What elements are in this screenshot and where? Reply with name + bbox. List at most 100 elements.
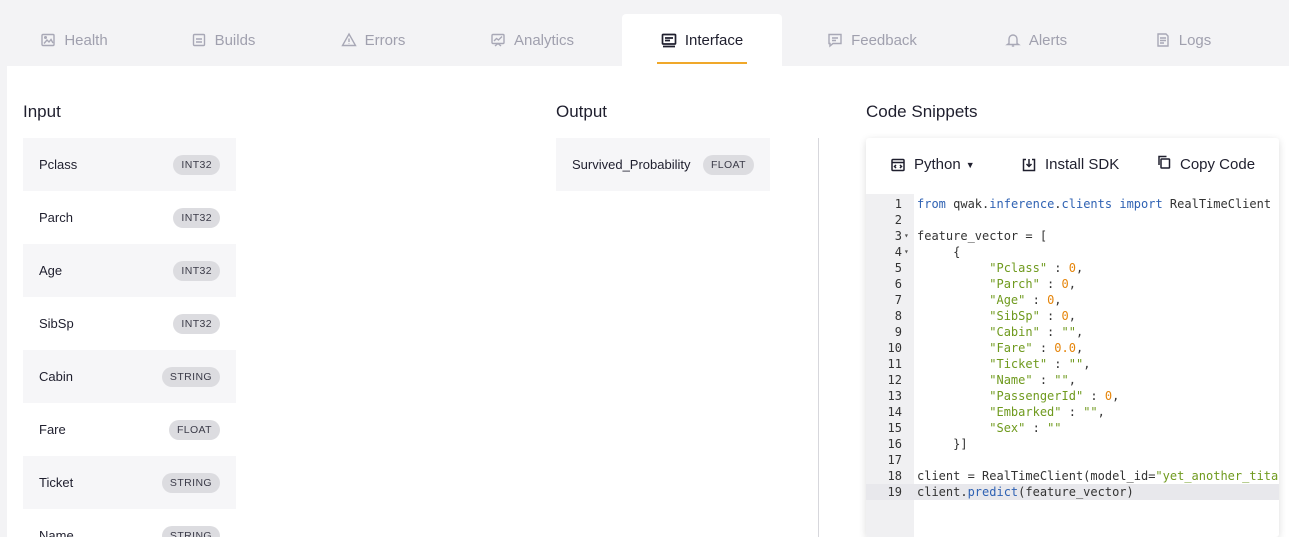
code-line: 4 ▾ { xyxy=(866,244,1279,260)
list-box-icon xyxy=(192,33,205,47)
interface-panel: Input Pclass INT32 Parch INT32 Age INT32… xyxy=(7,66,1289,537)
caret-down-icon: ▼ xyxy=(965,159,975,170)
code-line: 12 "Name" : "", xyxy=(866,372,1279,388)
code-text: }] xyxy=(917,437,968,451)
line-number: 2 xyxy=(894,213,902,227)
fold-toggle-icon[interactable]: ▾ xyxy=(904,244,909,260)
code-text: feature_vector = [ xyxy=(917,229,1048,243)
code-text: "Embarked" : "", xyxy=(989,405,1105,419)
type-badge: INT32 xyxy=(173,154,220,175)
tab-label: Interface xyxy=(684,31,744,49)
line-number: 5 xyxy=(894,261,902,275)
type-badge: STRING xyxy=(161,366,220,387)
fold-toggle-icon[interactable]: ▾ xyxy=(904,228,909,244)
code-text: client.predict(feature_vector) xyxy=(917,485,1134,499)
tab-logs[interactable]: Logs xyxy=(1143,14,1223,66)
tab-label: Alerts xyxy=(1028,31,1068,49)
code-line: 18 client = RealTimeClient(model_id="yet_… xyxy=(866,468,1279,484)
input-field-row: Pclass INT32 xyxy=(23,138,236,191)
field-name: Cabin xyxy=(39,369,73,384)
tab-health[interactable]: Health xyxy=(24,14,124,66)
code-text: "Age" : 0, xyxy=(989,293,1062,307)
input-field-row: Ticket STRING xyxy=(23,456,236,509)
type-badge: FLOAT xyxy=(168,419,220,440)
tab-alerts[interactable]: Alerts xyxy=(996,14,1076,66)
tab-label: Errors xyxy=(364,31,406,49)
code-editor[interactable]: 1 from qwak.inference.clients import Real… xyxy=(866,194,1279,537)
input-field-row: SibSp INT32 xyxy=(23,297,236,350)
code-line: 6 "Parch" : 0, xyxy=(866,276,1279,292)
line-number: 4 xyxy=(894,245,902,259)
input-fields-list: Pclass INT32 Parch INT32 Age INT32 SibSp… xyxy=(23,138,236,537)
log-icon xyxy=(1157,33,1169,47)
tab-interface[interactable]: Interface xyxy=(622,14,782,66)
code-text: "Name" : "", xyxy=(989,373,1076,387)
code-line: 2 xyxy=(866,212,1279,228)
input-field-row: Age INT32 xyxy=(23,244,236,297)
interface-icon xyxy=(661,33,677,48)
code-line: 14 "Embarked" : "", xyxy=(866,404,1279,420)
tab-feedback[interactable]: Feedback xyxy=(822,14,922,66)
code-snippets-title: Code Snippets xyxy=(866,102,978,121)
input-field-row: Fare FLOAT xyxy=(23,403,236,456)
download-icon xyxy=(1022,158,1036,171)
tab-label: Builds xyxy=(214,31,256,49)
copy-code-button[interactable]: Copy Code xyxy=(1156,155,1255,173)
tab-builds[interactable]: Builds xyxy=(173,14,273,66)
code-snippet-card: Python ▼ Install SDK Copy Code 1 from qwa… xyxy=(866,138,1279,537)
language-label: Python xyxy=(914,156,961,173)
line-number: 8 xyxy=(894,309,902,323)
section-divider xyxy=(818,138,819,537)
type-badge: STRING xyxy=(161,525,220,537)
input-field-row: Cabin STRING xyxy=(23,350,236,403)
code-line: 9 "Cabin" : "", xyxy=(866,324,1279,340)
code-text: "PassengerId" : 0, xyxy=(989,389,1120,403)
field-name: SibSp xyxy=(39,316,74,331)
field-name: Name xyxy=(39,528,74,537)
line-number: 12 xyxy=(887,373,902,387)
code-text: { xyxy=(917,245,961,259)
code-text: client = RealTimeClient(model_id="yet_an… xyxy=(917,469,1279,483)
code-line: 7 "Age" : 0, xyxy=(866,292,1279,308)
line-number: 19 xyxy=(887,485,902,499)
line-number: 6 xyxy=(894,277,902,291)
code-text: "SibSp" : 0, xyxy=(989,309,1076,323)
type-badge: INT32 xyxy=(173,260,220,281)
code-text: from qwak.inference.clients import RealT… xyxy=(917,197,1272,211)
language-dropdown[interactable]: Python ▼ xyxy=(890,156,975,173)
line-number: 17 xyxy=(887,453,902,467)
line-number: 10 xyxy=(887,341,902,355)
code-text: "Cabin" : "", xyxy=(989,325,1084,339)
line-number: 1 xyxy=(894,197,902,211)
output-field-row: Survived_Probability FLOAT xyxy=(556,138,770,191)
install-sdk-label: Install SDK xyxy=(1045,156,1120,173)
tab-errors[interactable]: Errors xyxy=(323,14,423,66)
bell-icon xyxy=(1005,34,1021,47)
image-icon xyxy=(41,33,56,47)
type-badge: INT32 xyxy=(173,207,220,228)
chart-icon xyxy=(491,33,505,47)
code-line: 16 }] xyxy=(866,436,1279,452)
output-fields-list: Survived_Probability FLOAT xyxy=(556,138,770,191)
input-field-row: Name STRING xyxy=(23,509,236,537)
field-name: Parch xyxy=(39,210,73,225)
tab-analytics[interactable]: Analytics xyxy=(472,14,592,66)
type-badge: FLOAT xyxy=(702,154,754,175)
code-line: 1 from qwak.inference.clients import Real… xyxy=(866,196,1279,212)
field-name: Survived_Probability xyxy=(572,157,691,172)
line-number: 14 xyxy=(887,405,902,419)
tab-bar: Health Builds Errors Analytics Interface… xyxy=(0,0,1289,66)
install-sdk-button[interactable]: Install SDK xyxy=(1021,156,1119,173)
line-number: 7 xyxy=(894,293,902,307)
input-field-row: Parch INT32 xyxy=(23,191,236,244)
type-badge: STRING xyxy=(161,472,220,493)
code-window-icon xyxy=(891,158,905,171)
code-text: "Parch" : 0, xyxy=(989,277,1076,291)
code-line: 19 client.predict(feature_vector) xyxy=(866,484,1279,500)
tab-label: Feedback xyxy=(851,31,917,49)
warning-icon xyxy=(340,32,357,47)
code-line: 15 "Sex" : "" xyxy=(866,420,1279,436)
line-number: 3 xyxy=(894,229,902,243)
line-number: 18 xyxy=(887,469,902,483)
code-text: "Pclass" : 0, xyxy=(989,261,1084,275)
